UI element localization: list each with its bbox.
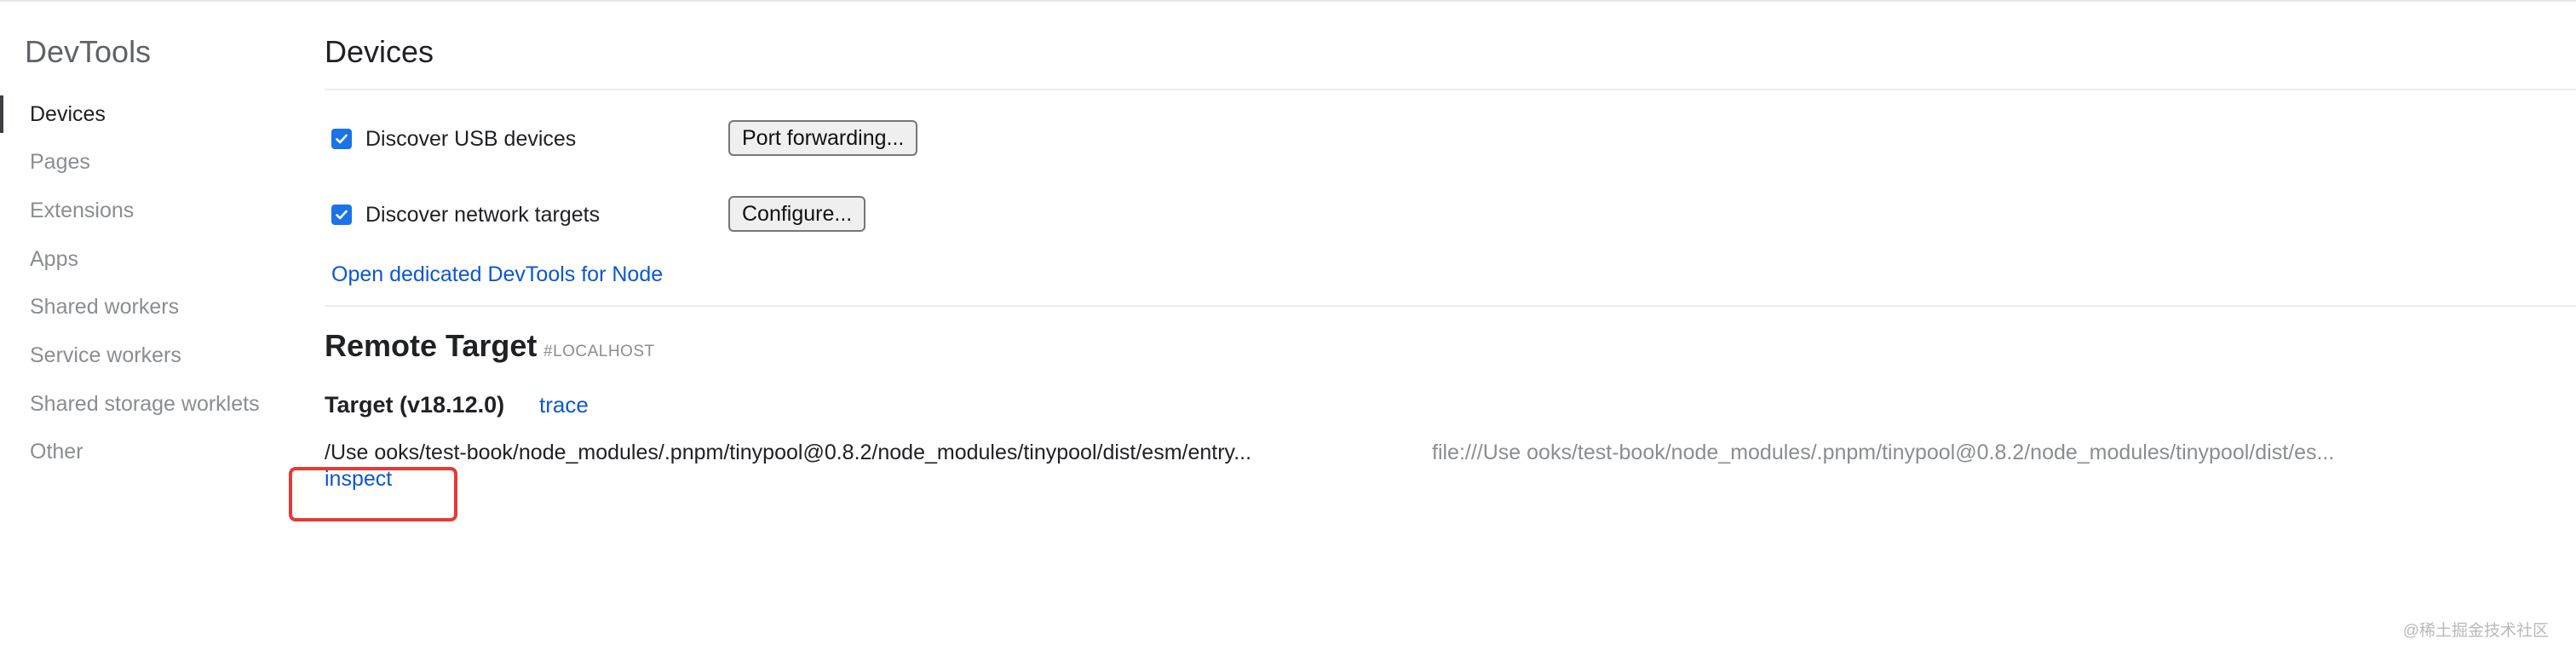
target-name: Target (v18.12.0) [325, 392, 505, 418]
sidebar-title: DevTools [25, 34, 152, 69]
discover-network-checkbox[interactable] [331, 205, 352, 225]
remote-target-tag: #LOCALHOST [543, 343, 655, 360]
sidebar-item-other[interactable]: Other [0, 429, 290, 474]
open-node-devtools-link[interactable]: Open dedicated DevTools for Node [331, 262, 663, 287]
highlight-annotation [289, 467, 457, 521]
sidebar-item-extensions[interactable]: Extensions [0, 188, 290, 233]
page-title: Devices [325, 34, 434, 69]
port-forwarding-button[interactable]: Port forwarding... [728, 120, 918, 156]
trace-link[interactable]: trace [539, 392, 589, 418]
sidebar-item-service-workers[interactable]: Service workers [0, 333, 290, 377]
sidebar: DevTools Devices Pages Extensions Apps S… [0, 0, 307, 651]
sidebar-item-shared-storage-worklets[interactable]: Shared storage worklets [0, 382, 290, 426]
discover-network-row: Discover network targets [331, 196, 600, 233]
discover-usb-row: Discover USB devices [331, 120, 576, 158]
sidebar-item-apps[interactable]: Apps [0, 237, 290, 281]
sidebar-item-pages[interactable]: Pages [0, 140, 290, 184]
title-divider [325, 89, 2576, 90]
configure-button[interactable]: Configure... [728, 196, 866, 232]
remote-target-title: Remote Target [325, 328, 538, 363]
checkmark-icon [336, 134, 348, 144]
sidebar-item-shared-workers[interactable]: Shared workers [0, 285, 290, 329]
sidebar-item-devices[interactable]: Devices [0, 92, 290, 136]
discover-usb-checkbox[interactable] [331, 129, 352, 149]
devtools-page: DevTools Devices Pages Extensions Apps S… [0, 0, 2576, 651]
target-path: /Use ooks/test-book/node_modules/.pnpm/t… [325, 441, 1252, 464]
checkmark-icon [336, 210, 348, 220]
target-url: file:///Use ooks/test-book/node_modules/… [1432, 441, 2335, 464]
section-divider [325, 305, 2576, 307]
main-panel: Devices Discover USB devices Port forwar… [289, 0, 2576, 651]
watermark: @稀土掘金技术社区 [2402, 622, 2549, 640]
discover-network-label: Discover network targets [365, 202, 601, 227]
discover-usb-label: Discover USB devices [365, 126, 577, 151]
